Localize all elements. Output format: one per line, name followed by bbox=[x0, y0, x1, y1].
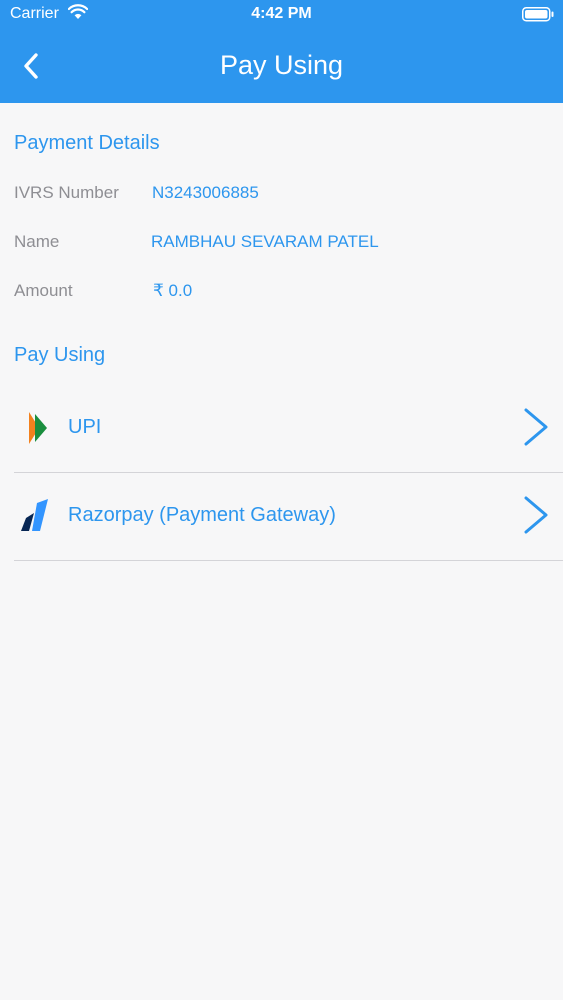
chevron-right-icon bbox=[524, 408, 548, 446]
app-header: Carrier 4:42 PM Pay Using bbox=[0, 0, 563, 103]
razorpay-option-label: Razorpay (Payment Gateway) bbox=[68, 504, 336, 526]
upi-logo-icon bbox=[29, 412, 47, 444]
page-title: Pay Using bbox=[219, 50, 344, 80]
upi-option[interactable]: UPI bbox=[14, 385, 563, 473]
name-value: RAMBHAU SEVARAM PATEL bbox=[151, 232, 379, 251]
ivrs-number-label: IVRS Number bbox=[14, 183, 119, 202]
pay-using-title: Pay Using bbox=[14, 344, 106, 366]
payment-details-title: Payment Details bbox=[14, 132, 160, 154]
battery-icon bbox=[522, 7, 554, 27]
razorpay-option[interactable]: Razorpay (Payment Gateway) bbox=[14, 473, 563, 561]
amount-value: ₹ 0.0 bbox=[153, 281, 193, 300]
chevron-right-icon bbox=[524, 496, 548, 534]
ivrs-number-value: N3243006885 bbox=[152, 183, 259, 202]
upi-option-label: UPI bbox=[68, 416, 102, 438]
name-label: Name bbox=[14, 232, 60, 251]
razorpay-logo-icon bbox=[21, 499, 48, 531]
status-time: 4:42 PM bbox=[251, 5, 312, 22]
status-bar: Carrier 4:42 PM bbox=[0, 0, 563, 30]
amount-label: Amount bbox=[14, 281, 73, 300]
navigation-bar: Pay Using bbox=[0, 30, 563, 103]
